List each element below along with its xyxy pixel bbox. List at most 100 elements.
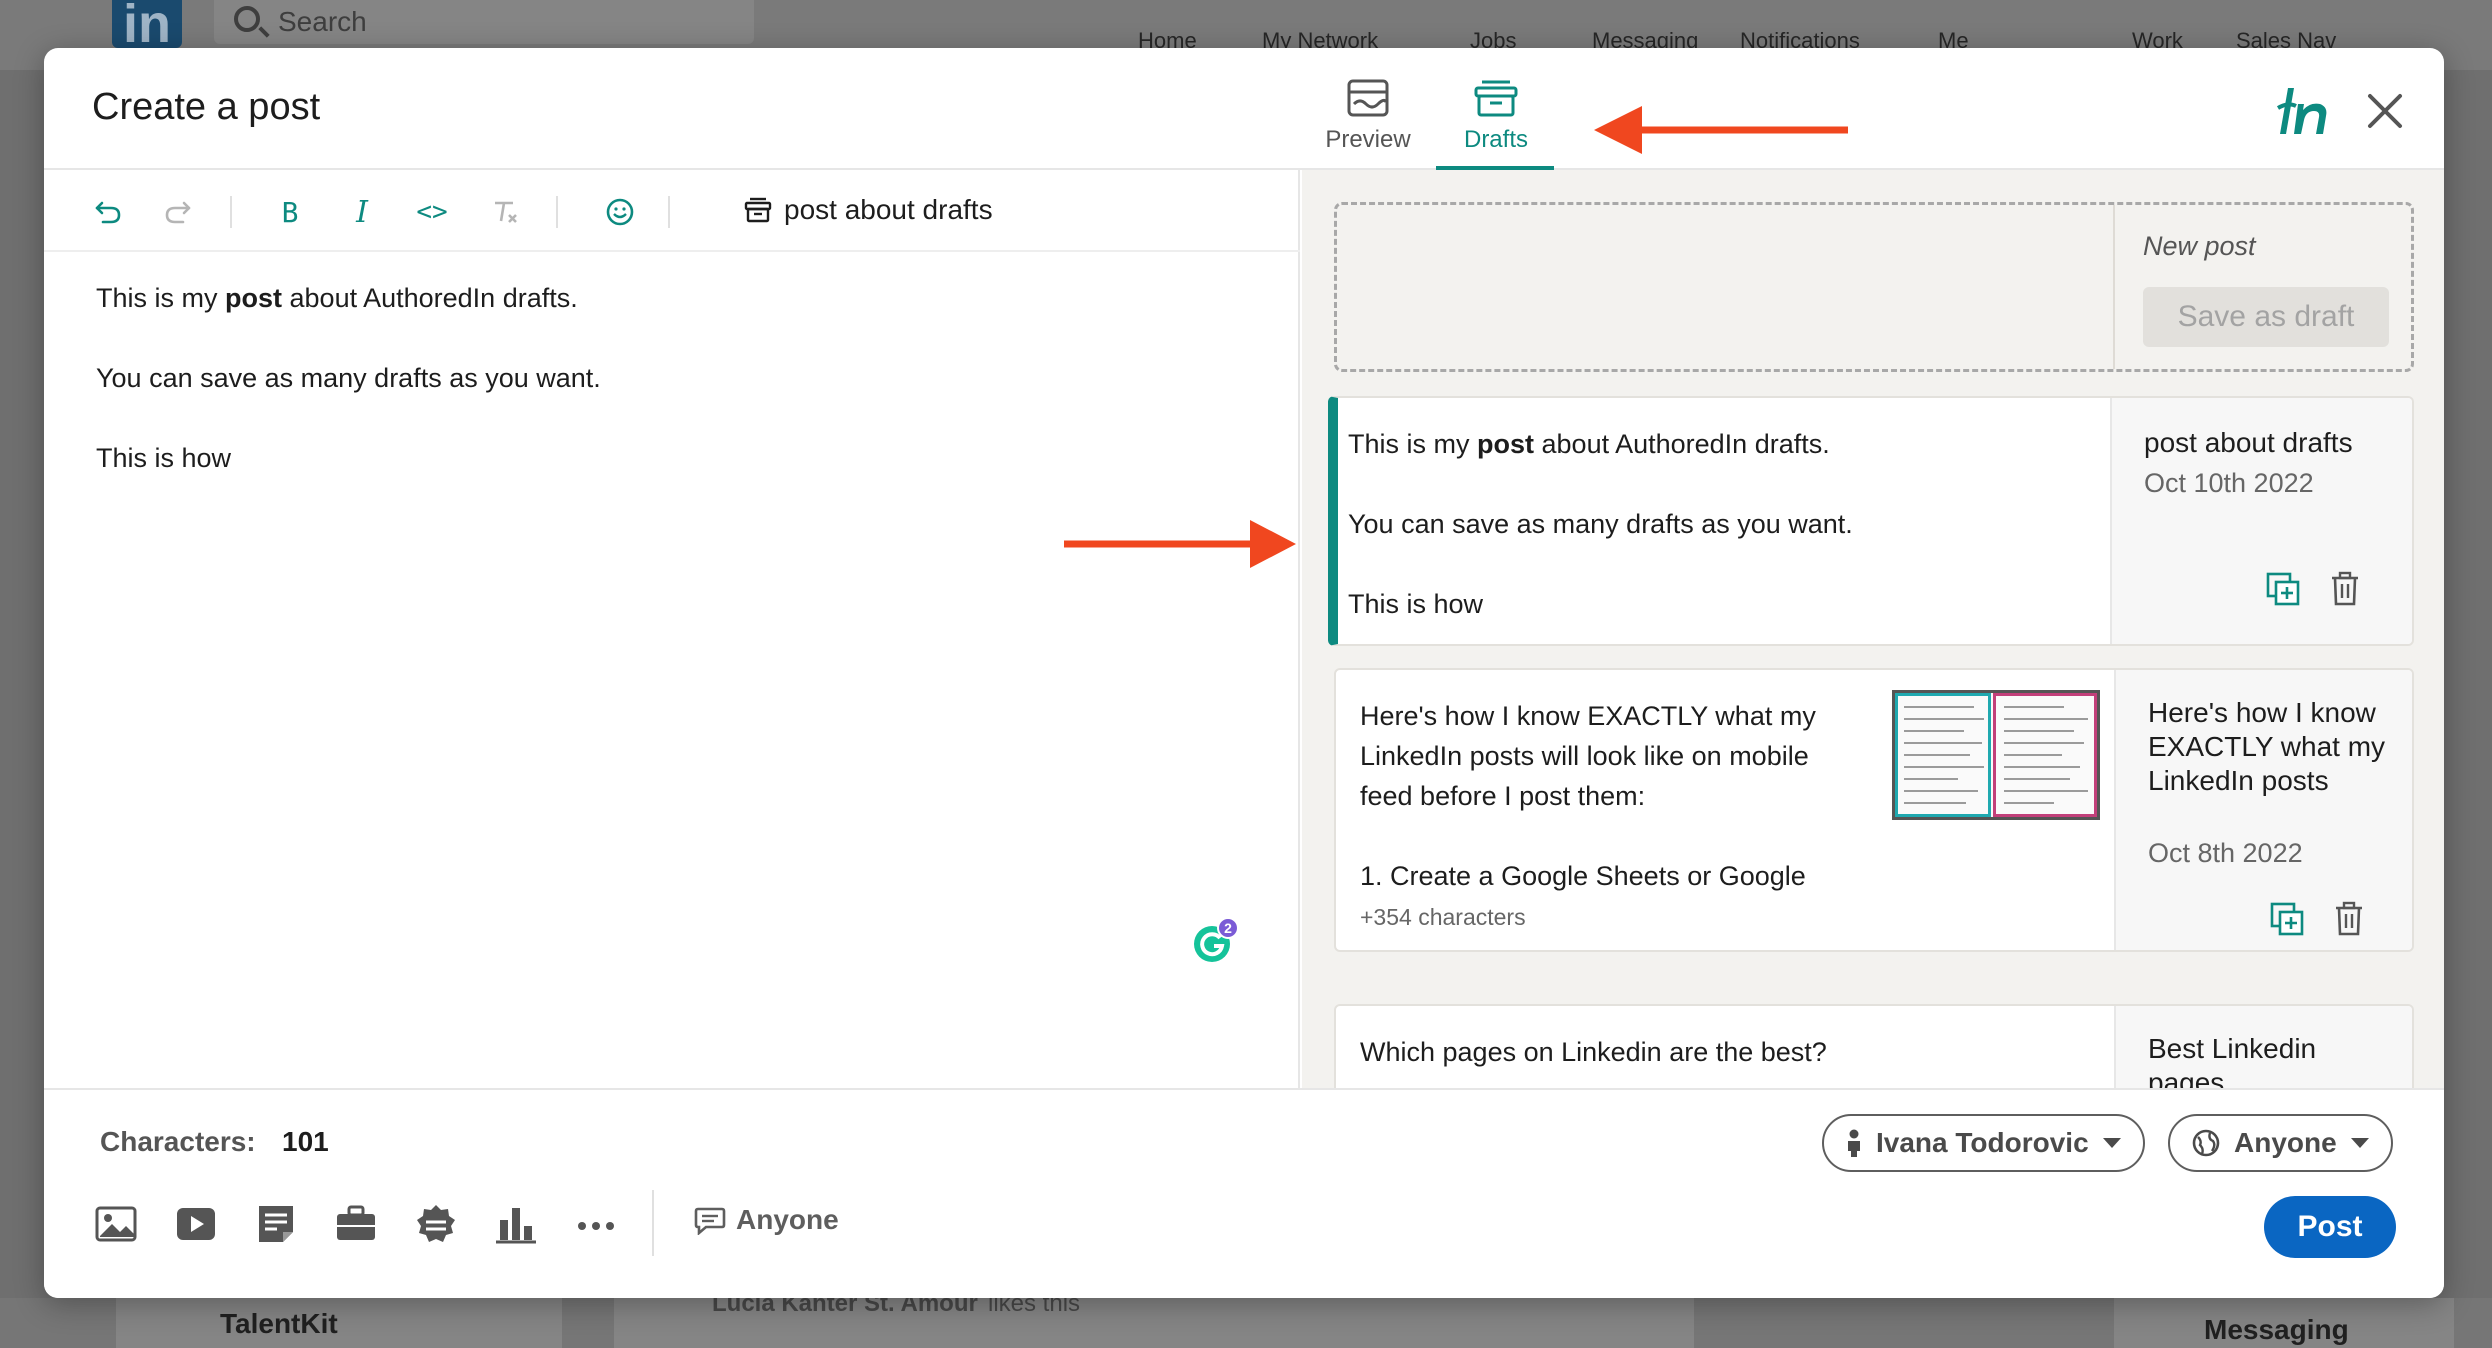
comment-visibility-button[interactable]: Anyone bbox=[694, 1204, 839, 1236]
code-icon: <> bbox=[416, 197, 448, 227]
tab-preview[interactable]: Preview bbox=[1308, 78, 1428, 170]
annotation-arrow-icon bbox=[1064, 520, 1296, 568]
grammarly-badge-count: 2 bbox=[1224, 920, 1232, 936]
draft-line: Here's how I know EXACTLY what my bbox=[1360, 701, 1816, 731]
characters-count: 101 bbox=[282, 1126, 329, 1157]
code-button[interactable]: <> bbox=[412, 192, 452, 232]
photo-icon[interactable] bbox=[94, 1202, 138, 1246]
post-button[interactable]: Post bbox=[2264, 1196, 2396, 1258]
drafts-icon bbox=[744, 197, 772, 223]
tab-drafts[interactable]: Drafts bbox=[1436, 78, 1556, 170]
editor-text: This is my bbox=[96, 283, 226, 313]
new-draft-divider bbox=[2113, 205, 2115, 369]
background-company-card bbox=[116, 1298, 562, 1348]
background-company-name: TalentKit bbox=[220, 1308, 338, 1339]
author-name: Ivana Todorovic bbox=[1876, 1127, 2089, 1158]
editor-toolbar: B I <> post about drafts bbox=[44, 170, 1300, 252]
save-as-draft-button[interactable]: Save as draft bbox=[2143, 287, 2389, 347]
thumbnail-preview-panel bbox=[1993, 693, 2097, 817]
current-draft-name[interactable]: post about drafts bbox=[744, 194, 993, 226]
redo-icon bbox=[165, 201, 191, 224]
characters-label: Characters: bbox=[100, 1126, 256, 1157]
new-draft-card: New post Save as draft bbox=[1334, 202, 2414, 372]
authoredin-icon[interactable] bbox=[2274, 84, 2334, 138]
document-icon[interactable] bbox=[254, 1202, 298, 1246]
modal-header: Create a post Preview Drafts bbox=[44, 48, 2444, 170]
draft-line: You can save as many drafts as you want. bbox=[1348, 509, 1853, 539]
footer-divider bbox=[652, 1190, 654, 1256]
draft-title: Best Linkedin pages bbox=[2148, 1033, 2317, 1088]
draft-meta: post about drafts Oct 10th 2022 bbox=[2110, 398, 2412, 644]
draft-more-characters: +354 characters bbox=[1360, 904, 1526, 930]
badge-icon[interactable] bbox=[414, 1202, 458, 1246]
chevron-down-icon bbox=[2350, 1138, 2369, 1148]
undo-button[interactable] bbox=[88, 192, 128, 232]
italic-icon: I bbox=[356, 194, 368, 230]
clear-format-button[interactable] bbox=[484, 192, 524, 232]
editor-bold-text: post bbox=[225, 283, 283, 313]
job-icon[interactable] bbox=[334, 1202, 378, 1246]
draft-item[interactable]: Here's how I know EXACTLY what my Linked… bbox=[1334, 668, 2414, 952]
draft-item[interactable]: This is my post about AuthoredIn drafts.… bbox=[1328, 396, 2414, 646]
draft-bold-text: post bbox=[1477, 429, 1535, 459]
search-icon bbox=[234, 6, 260, 32]
draft-preview: Which pages on Linkedin are the best? bbox=[1360, 1032, 1827, 1072]
bold-button[interactable]: B bbox=[270, 192, 310, 232]
editor-line: You can save as many drafts as you want. bbox=[96, 363, 601, 393]
draft-title: Here's how I know EXACTLY what my Linked… bbox=[2148, 697, 2386, 796]
new-post-label: New post bbox=[2143, 231, 2256, 261]
trash-icon[interactable] bbox=[2326, 570, 2364, 608]
redo-button[interactable] bbox=[158, 192, 198, 232]
comment-visibility-label: Anyone bbox=[736, 1204, 839, 1235]
draft-line: 1. Create a Google Sheets or Google bbox=[1360, 861, 1806, 891]
visibility-select[interactable]: Anyone bbox=[2168, 1114, 2393, 1172]
post-editor[interactable]: This is my post about AuthoredIn drafts.… bbox=[96, 278, 1256, 518]
editor-line: This is how bbox=[96, 443, 232, 473]
drafts-pane: New post Save as draft This is my post a… bbox=[1302, 170, 2444, 1088]
grammarly-icon[interactable]: 2 bbox=[1190, 916, 1240, 966]
toolbar-divider bbox=[230, 196, 232, 228]
undo-icon bbox=[95, 201, 121, 224]
italic-button[interactable]: I bbox=[342, 192, 382, 232]
current-draft-name-label: post about drafts bbox=[784, 194, 993, 225]
drafts-icon bbox=[1474, 80, 1518, 117]
visibility-label: Anyone bbox=[2234, 1127, 2337, 1158]
draft-item[interactable]: Which pages on Linkedin are the best? Be… bbox=[1334, 1004, 2414, 1088]
draft-preview: This is my post about AuthoredIn drafts.… bbox=[1348, 424, 1853, 644]
draft-line: Which pages on Linkedin are the best? bbox=[1360, 1037, 1827, 1067]
draft-title: post about drafts bbox=[2144, 427, 2353, 458]
draft-date: Oct 8th 2022 bbox=[2148, 838, 2303, 868]
modal-title: Create a post bbox=[92, 86, 321, 128]
annotation-arrow-icon bbox=[1594, 106, 1848, 154]
author-select[interactable]: Ivana Todorovic bbox=[1822, 1114, 2145, 1172]
clear-format-icon bbox=[495, 201, 517, 223]
draft-line: This is how bbox=[1348, 589, 1484, 619]
video-icon[interactable] bbox=[174, 1202, 218, 1246]
editor-text: about AuthoredIn drafts. bbox=[282, 283, 578, 313]
emoji-icon bbox=[606, 198, 634, 226]
thumbnail-sheet-panel bbox=[1895, 693, 1991, 817]
draft-line: feed before I post them: bbox=[1360, 781, 1646, 811]
person-icon bbox=[1848, 1129, 1860, 1157]
emoji-button[interactable] bbox=[600, 192, 640, 232]
draft-meta: Here's how I know EXACTLY what my Linked… bbox=[2114, 670, 2412, 950]
duplicate-icon[interactable] bbox=[2264, 570, 2302, 608]
background-search: Search bbox=[214, 0, 754, 44]
background-messaging: Messaging bbox=[2204, 1314, 2349, 1345]
draft-text: about AuthoredIn drafts. bbox=[1534, 429, 1830, 459]
toolbar-divider bbox=[668, 196, 670, 228]
more-icon[interactable] bbox=[574, 1202, 618, 1246]
draft-line: LinkedIn posts will look like on mobile bbox=[1360, 741, 1809, 771]
comment-icon bbox=[694, 1207, 726, 1235]
draft-preview: Here's how I know EXACTLY what my Linked… bbox=[1360, 696, 1880, 896]
editor-line: This is my post about AuthoredIn drafts. bbox=[96, 278, 1256, 318]
modal-footer: Characters: 101 Ivana Todorovic Anyone A… bbox=[44, 1088, 2444, 1298]
close-icon[interactable] bbox=[2362, 88, 2408, 134]
tab-drafts-label: Drafts bbox=[1463, 126, 1528, 153]
poll-icon[interactable] bbox=[494, 1202, 538, 1246]
linkedin-logo: in bbox=[112, 0, 182, 51]
duplicate-icon[interactable] bbox=[2268, 900, 2306, 938]
trash-icon[interactable] bbox=[2330, 900, 2368, 938]
draft-meta: Best Linkedin pages bbox=[2114, 1006, 2412, 1088]
draft-text: This is my bbox=[1348, 429, 1478, 459]
